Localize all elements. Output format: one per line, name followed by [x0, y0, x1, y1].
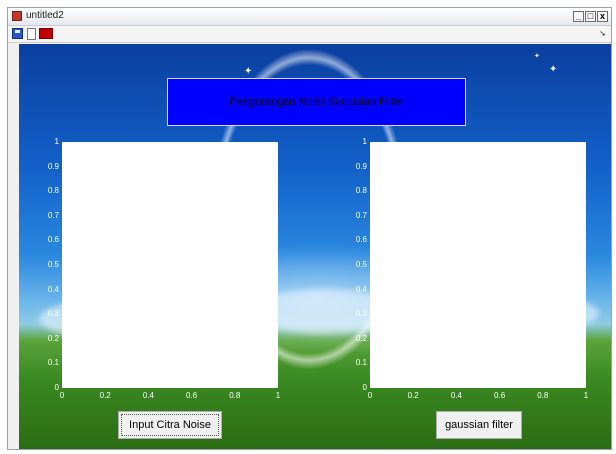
- app-window: untitled2 _ □ x ➘ ✦ ✦ ✦ Pengurangan Nois…: [7, 7, 612, 450]
- y-tick-label: 1: [362, 137, 367, 146]
- y-tick-label: 0.3: [355, 309, 367, 319]
- y-tick-label: 0.2: [47, 333, 59, 343]
- y-tick-label: 0.5: [355, 260, 367, 269]
- new-figure-icon[interactable]: [27, 28, 36, 40]
- y-tick-label: 0.1: [355, 358, 367, 368]
- x-tick-label: 1: [583, 391, 589, 400]
- y-tick-label: 0.4: [47, 284, 59, 294]
- close-button[interactable]: x: [597, 11, 608, 22]
- x-tick-label: 0.4: [450, 391, 462, 400]
- y-tick-label: 0.2: [355, 333, 367, 343]
- y-tick-label: 0.7: [355, 210, 367, 220]
- minimize-button[interactable]: _: [573, 11, 584, 22]
- y-tick-label: 0.9: [355, 161, 367, 171]
- y-tick-label: 0.6: [355, 235, 367, 245]
- title-banner: Pengurangan Noise Gaussian Filter: [167, 78, 466, 126]
- x-tick-label: 0: [367, 391, 373, 400]
- x-tick-label: 1: [275, 391, 281, 400]
- x-tick-label: 0.4: [142, 391, 154, 400]
- y-tick-label: 0.7: [47, 210, 59, 220]
- x-tick-label: 0.2: [99, 391, 111, 400]
- x-tick-label: 0.2: [407, 391, 419, 400]
- y-tick-label: 0.8: [355, 186, 367, 196]
- matlab-figure-icon: [12, 11, 22, 21]
- x-tick-label: 0.6: [494, 391, 506, 400]
- star-decoration: ✦: [549, 64, 558, 75]
- figure-toolbar: ➘: [8, 26, 611, 43]
- y-tick-label: 1: [54, 137, 59, 146]
- star-decoration: ✦: [244, 66, 253, 77]
- y-tick-label: 0.6: [47, 235, 59, 245]
- y-tick-label: 0.9: [47, 161, 59, 171]
- red-tool-icon[interactable]: [39, 28, 53, 39]
- maximize-button[interactable]: □: [585, 11, 596, 22]
- axes-input-image: [62, 142, 278, 388]
- title-bar: untitled2 _ □ x: [8, 8, 611, 26]
- x-tick-label: 0.8: [229, 391, 241, 400]
- figure-canvas: ✦ ✦ ✦ Pengurangan Noise Gaussian Filter …: [19, 44, 611, 449]
- y-tick-label: 0.4: [355, 284, 367, 294]
- input-citra-noise-button[interactable]: Input Citra Noise: [118, 411, 222, 439]
- x-tick-label: 0: [59, 391, 65, 400]
- x-tick-label: 0.8: [537, 391, 549, 400]
- y-tick-label: 0.3: [47, 309, 59, 319]
- save-icon[interactable]: [12, 28, 23, 39]
- y-tick-label: 0.8: [47, 186, 59, 196]
- x-tick-label: 0.6: [186, 391, 198, 400]
- axes-filtered-image: [370, 142, 586, 388]
- star-decoration: ✦: [534, 53, 540, 60]
- y-tick-label: 0.5: [47, 260, 59, 269]
- window-title: untitled2: [26, 10, 64, 21]
- y-tick-label: 0.1: [47, 358, 59, 368]
- toolbar-overflow-icon[interactable]: ➘: [599, 29, 606, 38]
- gaussian-filter-button[interactable]: gaussian filter: [436, 411, 522, 439]
